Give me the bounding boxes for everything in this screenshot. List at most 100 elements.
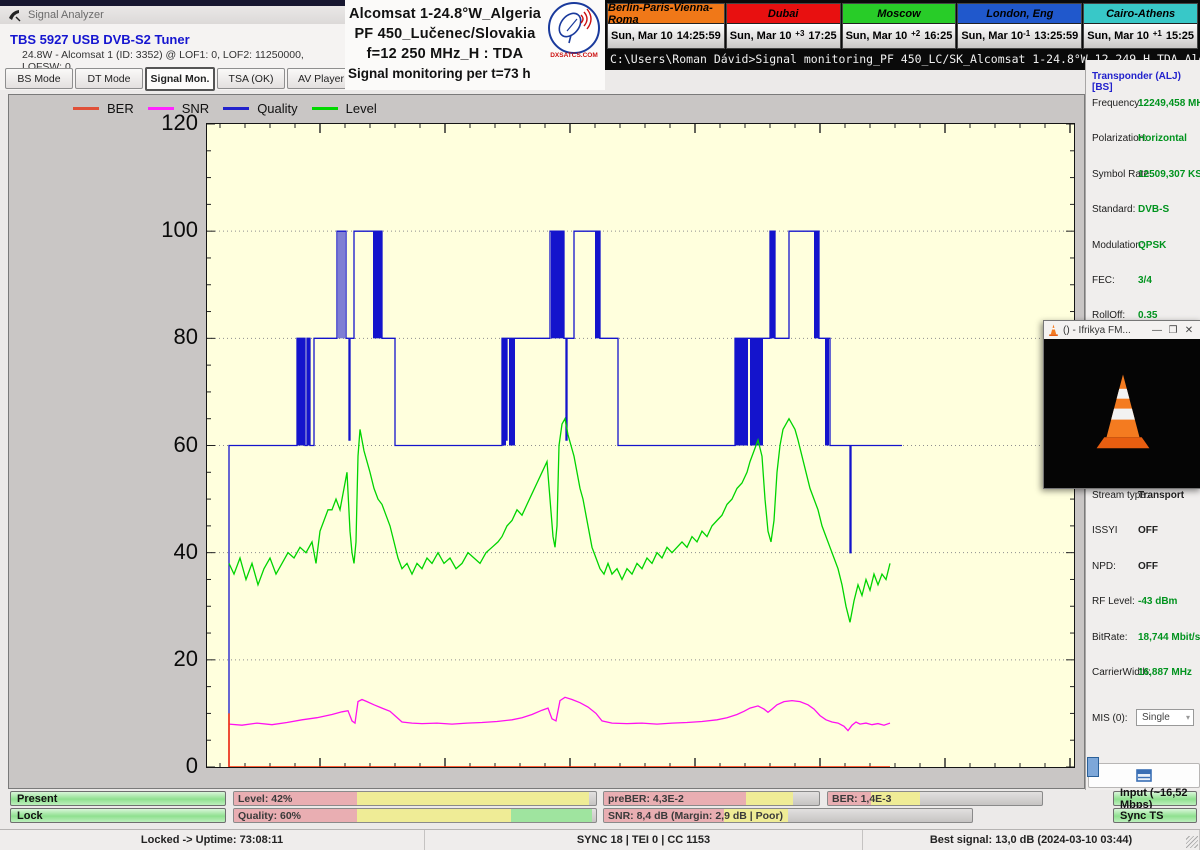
field-value: 18,744 Mbit/s — [1138, 632, 1200, 643]
clock-city: London, Eng — [958, 4, 1081, 24]
field-label-frequency-: Frequency: — [1092, 98, 1142, 109]
mis-select[interactable]: Single ▾ — [1136, 709, 1194, 726]
field-label-standard-: Standard: — [1092, 204, 1135, 215]
y-axis-label-100: 100 — [138, 217, 198, 243]
mis-label: MIS (0): — [1092, 713, 1128, 724]
clock-city: Cairo-Athens — [1084, 4, 1197, 24]
progress-bar-level: Level: 42% — [233, 791, 597, 806]
legend-label: Quality — [257, 101, 297, 116]
field-value: 12249,458 MHz — [1138, 98, 1200, 109]
minimize-button[interactable]: — — [1149, 325, 1165, 336]
field-value: OFF — [1138, 561, 1158, 572]
y-axis-label-20: 20 — [138, 646, 198, 672]
clock-city: Berlin-Paris-Vienna-Roma — [608, 4, 724, 24]
tab-tsa-ok-[interactable]: TSA (OK) — [217, 68, 285, 89]
app-icon — [8, 9, 21, 22]
mode-tabs: BS ModeDT ModeSignal Mon.TSA (OK)AV Play… — [5, 68, 355, 89]
vlc-title: () - Ifrikya FM... — [1063, 325, 1149, 336]
scrollbar-thumb[interactable] — [1087, 757, 1099, 777]
clock-dubai: DubaiSun, Mar 10+317:25 — [726, 3, 841, 49]
y-axis-label-0: 0 — [138, 753, 198, 779]
vlc-video-area[interactable] — [1044, 339, 1200, 487]
legend-item-ber: BER — [73, 101, 134, 116]
resize-grip[interactable] — [1186, 836, 1198, 848]
clock-datetime: Sun, Mar 10-113:25:59 — [958, 24, 1081, 48]
status-badge-input: Input (~16,52 Mbps) — [1113, 791, 1197, 806]
field-value: OFF — [1138, 525, 1158, 536]
y-axis-label-60: 60 — [138, 432, 198, 458]
clock-moscow: MoscowSun, Mar 10+216:25 — [842, 3, 957, 49]
field-label-npd-: NPD: — [1092, 561, 1116, 572]
chevron-down-icon: ▾ — [1186, 713, 1190, 722]
y-axis-label-80: 80 — [138, 324, 198, 350]
statusbar-section-1: SYNC 18 | TEI 0 | CC 1153 — [425, 830, 863, 850]
series-snr — [229, 697, 890, 730]
y-axis-label-40: 40 — [138, 539, 198, 565]
clock-cairo-athens: Cairo-AthensSun, Mar 10+115:25 — [1083, 3, 1198, 49]
clock-datetime: Sun, Mar 10+216:25 — [843, 24, 956, 48]
status-badge-syncts: Sync TS — [1113, 808, 1197, 823]
field-value: QPSK — [1138, 240, 1166, 251]
clock-berlin-paris-vienna-roma: Berlin-Paris-Vienna-RomaSun, Mar 1014:25… — [607, 3, 725, 49]
satellite-dish-icon — [553, 7, 593, 47]
tab-signal-mon-[interactable]: Signal Mon. — [145, 67, 215, 91]
legend-label: BER — [107, 101, 134, 116]
statusbar-section-0: Locked -> Uptime: 73:08:11 — [0, 830, 425, 850]
progress-bar-label: BER: 1,4E-3 — [832, 792, 892, 805]
progress-bar-preber: preBER: 4,3E-2 — [603, 791, 820, 806]
vlc-title-bar[interactable]: () - Ifrikya FM... — ❐ ✕ — [1044, 321, 1200, 339]
mis-value: Single — [1142, 712, 1170, 723]
close-button[interactable]: ✕ — [1181, 325, 1197, 336]
panel-button[interactable] — [1088, 763, 1200, 788]
legend-swatch — [223, 107, 249, 110]
tuner-title: TBS 5927 USB DVB-S2 Tuner — [10, 32, 190, 47]
header-line-site: PF 450_Lučenec/Slovakia — [345, 26, 545, 42]
signal-chart-frame: BERSNRQualityLevel 120100806040200 — [8, 94, 1085, 789]
progress-bar-quality: Quality: 60% — [233, 808, 597, 823]
field-value: 16,887 MHz — [1138, 667, 1192, 678]
clock-london-eng: London, EngSun, Mar 10-113:25:59 — [957, 3, 1082, 49]
vlc-window[interactable]: () - Ifrikya FM... — ❐ ✕ — [1043, 320, 1200, 489]
dxsatcs-logo: DXSATCS.COM — [545, 2, 603, 62]
clock-datetime: Sun, Mar 1014:25:59 — [608, 24, 724, 48]
header-line-monitoring: Signal monitoring per t=73 h — [348, 66, 598, 81]
clock-datetime: Sun, Mar 10+115:25 — [1084, 24, 1197, 48]
field-label-rf-level-: RF Level: — [1092, 596, 1135, 607]
tab-bs-mode[interactable]: BS Mode — [5, 68, 73, 89]
field-label-modulation-: Modulation: — [1092, 240, 1144, 251]
header-line-frequency: f=12 250 MHz_H : TDA — [345, 46, 545, 62]
legend-item-quality: Quality — [223, 101, 297, 116]
maximize-button[interactable]: ❐ — [1165, 325, 1181, 336]
progress-bar-ber: BER: 1,4E-3 — [827, 791, 1043, 806]
world-clocks: Berlin-Paris-Vienna-RomaSun, Mar 1014:25… — [607, 3, 1198, 49]
field-label-bitrate-: BitRate: — [1092, 632, 1128, 643]
progress-bar-label: SNR: 8,4 dB (Margin: 2,9 dB | Poor) — [608, 809, 783, 822]
vlc-cone-logo — [1090, 371, 1156, 455]
header-line-satellite: Alcomsat 1-24.8°W_Algeria — [345, 6, 545, 22]
logo-text: DXSATCS.COM — [545, 52, 603, 59]
status-badge-present: Present — [10, 791, 226, 806]
series-quality — [229, 231, 902, 767]
vlc-cone-icon — [1048, 324, 1059, 336]
clock-datetime: Sun, Mar 10+317:25 — [727, 24, 840, 48]
window-icon — [1136, 769, 1152, 782]
session-header: Alcomsat 1-24.8°W_Algeria PF 450_Lučenec… — [345, 0, 605, 90]
signal-analyzer-app: Signal Analyzer TBS 5927 USB DVB-S2 Tune… — [0, 0, 1200, 850]
field-value: 12509,307 KS/s — [1138, 169, 1200, 180]
field-value: DVB-S — [1138, 204, 1169, 215]
y-axis-label-120: 120 — [138, 110, 198, 136]
chart-legend: BERSNRQualityLevel — [73, 99, 391, 117]
field-label-issyi: ISSYI — [1092, 525, 1118, 536]
field-value: Horizontal — [1138, 133, 1187, 144]
tab-dt-mode[interactable]: DT Mode — [75, 68, 143, 89]
legend-item-level: Level — [312, 101, 377, 116]
series-level — [229, 419, 890, 623]
clock-city: Dubai — [727, 4, 840, 24]
legend-swatch — [312, 107, 338, 110]
series-ber — [229, 713, 890, 767]
status-badge-lock: Lock — [10, 808, 226, 823]
legend-swatch — [73, 107, 99, 110]
progress-bar-label: Level: 42% — [238, 792, 292, 805]
clock-city: Moscow — [843, 4, 956, 24]
signal-chart-plot[interactable] — [206, 123, 1075, 768]
